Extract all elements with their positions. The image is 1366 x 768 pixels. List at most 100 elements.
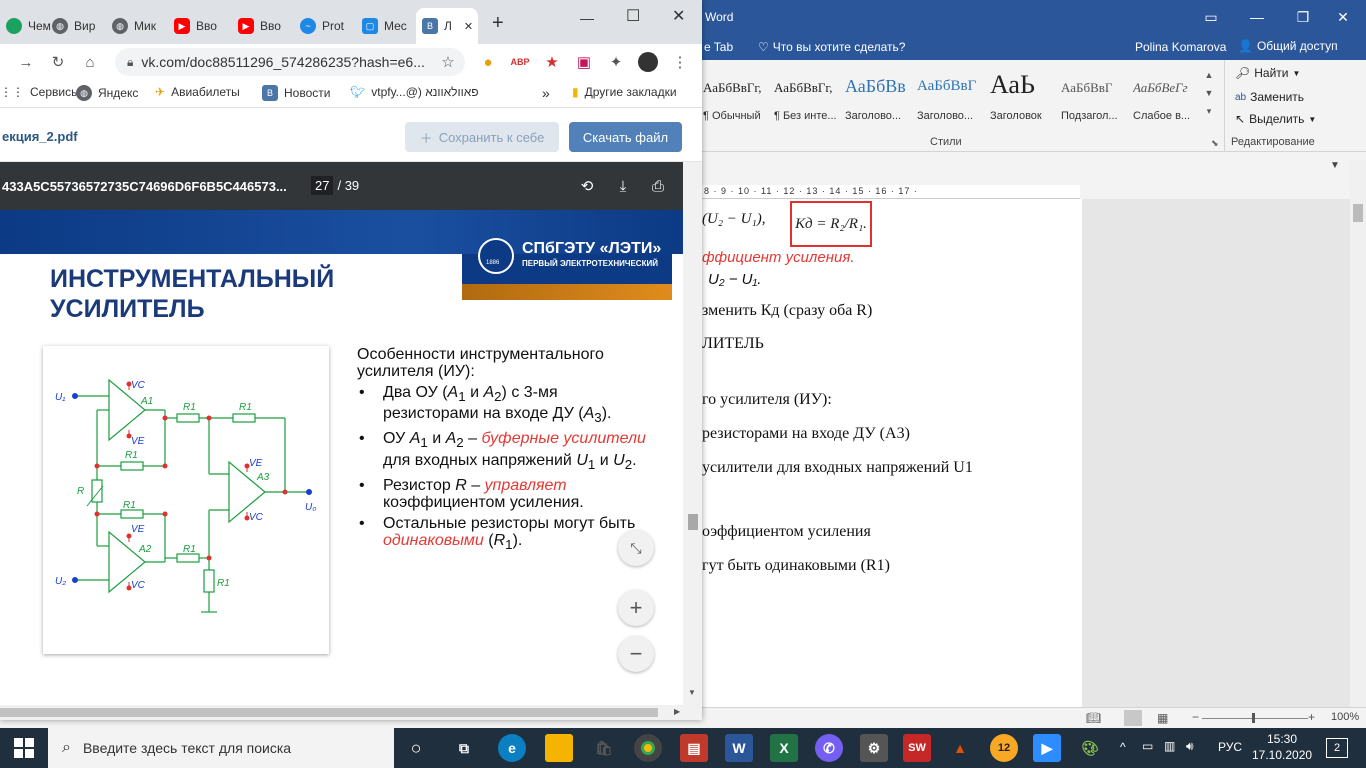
scroll-thumb[interactable] <box>0 708 658 717</box>
replace-button[interactable]: ab Заменить <box>1235 90 1304 104</box>
zoom-slider[interactable] <box>1202 718 1308 719</box>
network-icon[interactable]: ▥ <box>1164 739 1175 753</box>
tab-item[interactable]: Чем <box>0 8 51 44</box>
document-page[interactable]: (U₂ − U₁), Кд = R₂/R₁. ффициент усиления… <box>702 199 1082 707</box>
style-no-spacing[interactable]: АаБбВвГг, ¶ Без инте... <box>774 68 846 124</box>
battery-icon[interactable]: ▭ <box>1142 739 1153 753</box>
menu-icon[interactable]: ⋮ <box>670 52 690 72</box>
bookmark-item[interactable]: ⋮⋮ Сервисы <box>0 85 80 99</box>
app-red-icon[interactable]: ▤ <box>680 734 708 762</box>
dialog-launcher-icon[interactable]: ⬊ <box>1211 138 1219 149</box>
scroll-thumb[interactable] <box>688 514 698 530</box>
scroll-thumb[interactable] <box>1353 204 1363 222</box>
print-icon[interactable]: ⎙ <box>647 176 669 196</box>
style-subtle-emphasis[interactable]: АаБбВеГг Слабое в... <box>1133 68 1199 124</box>
zoom-in-icon[interactable]: + <box>1308 710 1315 724</box>
bookmark-item[interactable]: ✈ Авиабилеты <box>155 85 240 99</box>
taskbar-search-box[interactable]: ⌕ Введите здесь текст для поиска <box>48 728 394 768</box>
puzzle-icon[interactable]: ✦ <box>606 52 626 72</box>
address-bar[interactable]: 🔒︎ vk.com/doc88511296_574286235?hash=e6.… <box>115 48 465 76</box>
edge-icon[interactable]: e <box>498 734 526 762</box>
zoom-slider-thumb[interactable] <box>1252 713 1255 723</box>
read-mode-icon[interactable]: 📖︎ <box>1086 711 1101 725</box>
solidworks-icon[interactable]: SW <box>903 734 931 762</box>
star-extension-icon[interactable]: ★ <box>542 52 562 72</box>
find-button[interactable]: 🔎︎ Найти ▼ <box>1235 66 1300 80</box>
volume-icon[interactable]: 🔊︎ <box>1186 739 1194 754</box>
share-button[interactable]: 👤 Общий доступ <box>1238 39 1338 53</box>
tab-item-active[interactable]: В Л ✕ <box>416 8 478 44</box>
pdf-viewport[interactable]: 1886 СПбГЭТУ «ЛЭТИ» ПЕРВЫЙ ЭЛЕКТРОТЕХНИЧ… <box>0 210 683 705</box>
select-button[interactable]: ↖ Выделить ▼ <box>1235 112 1316 126</box>
horizontal-scrollbar[interactable]: ▶ <box>0 705 702 720</box>
style-heading1[interactable]: АаБбВв Заголово... <box>845 68 917 124</box>
bookmark-star-icon[interactable]: ☆ <box>438 52 458 72</box>
style-title[interactable]: АаЬ Заголовок <box>990 68 1062 124</box>
scroll-right-icon[interactable]: ▶ <box>674 707 680 716</box>
style-normal[interactable]: АаБбВвГг, ¶ Обычный <box>703 68 775 124</box>
pdf-scrollbar[interactable]: ▼ <box>683 162 702 705</box>
file-explorer-icon[interactable] <box>545 734 573 762</box>
print-layout-icon[interactable] <box>1124 710 1142 726</box>
bookmark-item[interactable]: 🐦︎ vtpfy...@) פאוולאוונא <box>350 85 479 99</box>
word-taskbar-icon[interactable]: W <box>725 734 753 762</box>
reload-icon[interactable]: ↻ <box>48 52 68 72</box>
tray-chevron-icon[interactable]: ^ <box>1120 740 1126 754</box>
word-menu-tab[interactable]: e Tab <box>704 40 733 54</box>
viber-icon[interactable]: ✆ <box>815 734 843 762</box>
style-subtitle[interactable]: АаБбВвГ Подзагол... <box>1061 68 1133 124</box>
bookmark-item[interactable]: ◍ Яндекс <box>76 85 138 101</box>
save-extension-icon[interactable]: ▣ <box>574 52 594 72</box>
tab-item[interactable]: ▢ Мес <box>356 8 416 44</box>
zoom-level[interactable]: 100% <box>1331 711 1359 723</box>
close-tab-icon[interactable]: ✕ <box>464 20 473 33</box>
minimize-button[interactable]: — <box>580 10 594 26</box>
word-minimize-button[interactable]: — <box>1234 0 1280 34</box>
paint-icon[interactable]: 🎨︎ <box>1076 734 1104 762</box>
style-heading2[interactable]: АаБбВвГ Заголово... <box>917 68 989 124</box>
cortana-icon[interactable]: ○ <box>402 734 430 762</box>
tab-item[interactable]: ◍ Вир <box>46 8 106 44</box>
app-12-icon[interactable]: 12 <box>990 734 1018 762</box>
language-indicator[interactable]: РУС <box>1218 740 1242 754</box>
home-icon[interactable]: ⌂ <box>80 52 100 72</box>
word-user-name[interactable]: Polina Komarova <box>1135 40 1226 54</box>
tell-me-box[interactable]: ♡ Что вы хотите сделать? <box>758 40 905 54</box>
zoom-icon[interactable]: ▶ <box>1033 734 1061 762</box>
windows-start-icon[interactable] <box>14 738 34 758</box>
excel-taskbar-icon[interactable]: X <box>770 734 798 762</box>
store-icon[interactable]: 🛍︎ <box>590 734 618 762</box>
word-scrollbar[interactable] <box>1350 160 1366 707</box>
new-tab-button[interactable]: + <box>492 12 504 35</box>
page-number-input[interactable]: 27 <box>311 176 334 195</box>
task-view-icon[interactable]: ⧉ <box>450 734 478 762</box>
tab-item[interactable]: ▶ Вво <box>168 8 230 44</box>
adblock-icon[interactable]: ABP <box>510 52 530 72</box>
styles-more-icon[interactable]: ▾ <box>1202 106 1216 124</box>
zoom-out-button[interactable]: − <box>618 636 654 672</box>
tab-item[interactable]: ◍ Мик <box>106 8 166 44</box>
app-gear-icon[interactable]: ⚙ <box>860 734 888 762</box>
tab-item[interactable]: ▶ Вво <box>232 8 294 44</box>
bookmark-item[interactable]: В Новости <box>262 85 330 101</box>
extension-icon[interactable]: ● <box>478 52 498 72</box>
matlab-icon[interactable]: ▲ <box>946 734 974 762</box>
download-icon[interactable]: ⤓ <box>612 176 634 196</box>
avatar[interactable] <box>638 52 658 72</box>
tab-item[interactable]: ~ Prot <box>294 8 356 44</box>
forward-icon[interactable]: → <box>16 52 36 72</box>
notification-icon[interactable]: 2 <box>1326 738 1348 758</box>
clock[interactable]: 15:30 17.10.2020 <box>1252 731 1312 763</box>
bookmarks-overflow[interactable]: » <box>542 85 550 101</box>
collapse-ribbon-icon[interactable]: ▼ <box>1330 160 1340 171</box>
other-bookmarks[interactable]: ▮ Другие закладки <box>572 85 677 99</box>
word-close-button[interactable]: ✕ <box>1320 0 1366 34</box>
chrome-taskbar-icon[interactable] <box>634 734 662 762</box>
save-to-account-button[interactable]: ＋ Сохранить к себе <box>405 122 559 152</box>
rotate-icon[interactable]: ⟲ <box>576 176 598 196</box>
styles-down-icon[interactable]: ▼ <box>1202 88 1216 106</box>
zoom-in-button[interactable]: + <box>618 590 654 626</box>
download-file-button[interactable]: Скачать файл <box>569 122 682 152</box>
web-layout-icon[interactable]: ▦ <box>1157 711 1168 725</box>
styles-up-icon[interactable]: ▲ <box>1202 70 1216 88</box>
